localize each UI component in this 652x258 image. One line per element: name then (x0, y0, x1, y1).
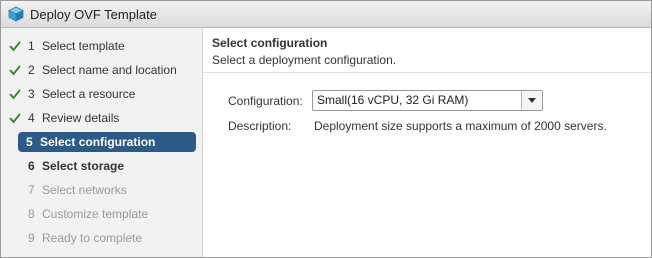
step-number: 3 (28, 87, 35, 101)
configuration-value: Small(16 vCPU, 32 Gi RAM) (317, 93, 469, 107)
step-label: Select a resource (42, 87, 136, 101)
configuration-label: Configuration: (228, 94, 303, 108)
check-icon (9, 84, 21, 104)
vapp-cube-icon (8, 6, 24, 22)
dropdown-button[interactable] (521, 91, 542, 110)
check-icon (9, 108, 21, 128)
check-icon (9, 36, 21, 56)
step-number: 5 (26, 135, 33, 149)
description-label: Description: (228, 119, 292, 133)
step-review-details[interactable]: 4 Review details (3, 108, 199, 128)
description-value: Deployment size supports a maximum of 20… (314, 119, 607, 133)
step-label: Ready to complete (42, 231, 143, 245)
caret-down-icon (528, 98, 536, 103)
step-number: 1 (28, 39, 35, 53)
step-number: 7 (28, 183, 35, 197)
step-customize-template: 8 Customize template (3, 204, 199, 224)
step-number: 4 (28, 111, 35, 125)
step-label: Customize template (42, 207, 149, 221)
step-number: 8 (28, 207, 35, 221)
check-icon (9, 60, 21, 80)
page-header: Select configuration Select a deployment… (203, 28, 651, 73)
window-title: Deploy OVF Template (30, 7, 157, 22)
step-select-name-and-location[interactable]: 2 Select name and location (3, 60, 199, 80)
step-select-networks: 7 Select networks (3, 180, 199, 200)
configuration-select[interactable]: Small(16 vCPU, 32 Gi RAM) (312, 90, 543, 111)
step-label: Select networks (42, 183, 127, 197)
step-number: 2 (28, 63, 35, 77)
main-panel: Select configuration Select a deployment… (203, 28, 651, 257)
step-number: 9 (28, 231, 35, 245)
step-label: Select template (42, 39, 125, 53)
step-select-a-resource[interactable]: 3 Select a resource (3, 84, 199, 104)
step-label: Select name and location (42, 63, 177, 77)
step-number: 6 (28, 159, 35, 173)
step-select-template[interactable]: 1 Select template (3, 36, 199, 56)
step-select-configuration[interactable]: 5 Select configuration (18, 132, 196, 152)
step-select-storage[interactable]: 6 Select storage (3, 156, 199, 176)
step-label: Review details (42, 111, 120, 125)
deploy-ovf-window: Deploy OVF Template 1 Select template 2 … (0, 0, 652, 258)
step-label: Select storage (42, 159, 125, 173)
wizard-steps-sidebar: 1 Select template 2 Select name and loca… (1, 28, 203, 257)
page-title: Select configuration (212, 36, 328, 50)
page-subtitle: Select a deployment configuration. (212, 53, 397, 67)
title-bar: Deploy OVF Template (1, 1, 651, 28)
step-ready-to-complete: 9 Ready to complete (3, 228, 199, 248)
step-label: Select configuration (40, 135, 156, 149)
